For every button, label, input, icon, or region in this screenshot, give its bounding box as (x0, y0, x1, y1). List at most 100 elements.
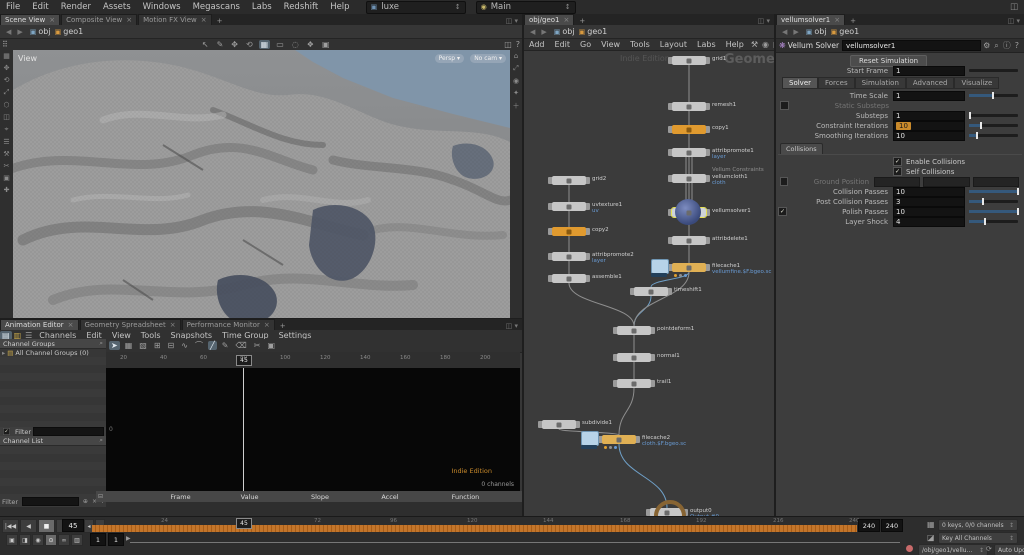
pointer-icon[interactable]: ➤ (109, 341, 120, 350)
node-name-field[interactable]: vellumsolver1 (842, 40, 982, 51)
current-frame-field[interactable]: 45 (62, 519, 84, 532)
param-field-substeps[interactable]: 1 (893, 110, 965, 121)
shelf-icon[interactable]: ☰ (3, 136, 9, 148)
ground-position-field-1[interactable] (923, 176, 970, 187)
slider-handle[interactable] (968, 112, 971, 119)
close-icon[interactable]: × (49, 16, 55, 24)
param-tab[interactable]: vellumsolver1 × (776, 14, 846, 25)
collisions-section-tab[interactable]: Collisions (780, 143, 823, 154)
param-tab-solver[interactable]: Solver (782, 77, 818, 89)
grid-toggle-icon[interactable]: ▣ (320, 40, 332, 49)
new-tab-icon[interactable]: + (846, 17, 860, 25)
realtime-icon[interactable]: ⊙ (45, 534, 57, 546)
pane-options-icon[interactable]: ◫ ▾ (758, 17, 774, 25)
graph-ruler[interactable]: 45 20 40 60 80 100 120 140 160 180 200 (106, 352, 520, 369)
node-filecache1[interactable]: filecache1 vellumfine.$F.bgeo.sc (651, 259, 771, 277)
viewport-3d[interactable]: View Persp ▾ No cam ▾ Indie Edition (13, 50, 510, 333)
node-attribdelete1[interactable]: attribdelete1 (672, 236, 748, 245)
key-all-channels-dropdown[interactable]: Key All Channels ↕ (938, 532, 1018, 544)
range-start-field[interactable]: 1 (90, 533, 106, 546)
range-slider-handle[interactable]: ▶ (126, 535, 131, 542)
filter-checkbox[interactable]: ✓ (2, 427, 11, 436)
param-tab-forces[interactable]: Forces (818, 77, 855, 89)
timeline-range-bar[interactable] (92, 525, 857, 532)
node-pointdeform1[interactable]: pointdeform1 (617, 326, 694, 335)
net-menu-go[interactable]: Go (575, 40, 596, 49)
lasso-icon[interactable]: ✎ (215, 40, 226, 49)
node-remesh1[interactable]: remesh1 (672, 102, 736, 111)
back-icon[interactable]: ◀ (527, 28, 538, 36)
menu-help[interactable]: Help (324, 2, 355, 12)
net-menu-tools[interactable]: Tools (625, 40, 655, 49)
graph-canvas[interactable]: 0 Indie Edition 0 channels (106, 368, 520, 491)
autokey-icon[interactable]: ◨ (19, 534, 31, 546)
node-assemble1[interactable]: assemble1 (552, 274, 622, 283)
range-end-field[interactable]: 240 (858, 519, 880, 532)
close-icon[interactable]: × (201, 16, 207, 24)
param-field-collision-passes[interactable]: 10 (893, 186, 965, 197)
param-slider[interactable] (969, 122, 1018, 129)
help-icon[interactable]: ? (514, 40, 522, 49)
node-copy2[interactable]: copy2 (552, 227, 609, 236)
path-item-geo1[interactable]: ▣ geo1 (831, 27, 860, 36)
node-filecache2[interactable]: filecache2 cloth.$F.bgeo.sc (581, 431, 686, 449)
checkbox-enable-collisions[interactable]: ✓ (893, 157, 902, 166)
add-icon[interactable]: ✚ (4, 184, 10, 196)
start-frame-slider[interactable] (969, 69, 1018, 72)
path-item-obj[interactable]: ▣ obj (30, 27, 51, 36)
range-slider[interactable] (130, 542, 900, 543)
polish-checkbox[interactable]: ✓ (778, 207, 787, 216)
pane-divider[interactable] (522, 14, 524, 516)
param-field-smoothing-iterations[interactable]: 10 (893, 130, 965, 141)
handles-icon[interactable]: ▦ (258, 40, 271, 49)
param-field-post-collision-passes[interactable]: 3 (893, 196, 965, 207)
snap-toggle-icon[interactable]: ▭ (274, 40, 286, 49)
menu-megascans[interactable]: Megascans (187, 2, 246, 12)
scissors-icon[interactable]: ✂ (252, 341, 263, 350)
search-icon[interactable]: ⌕ (992, 41, 1000, 51)
new-tab-icon[interactable]: + (213, 17, 227, 25)
layout-icon[interactable]: ◫ (502, 40, 514, 49)
sculpt-icon[interactable]: ⚒ (3, 148, 9, 160)
anim-options-icon[interactable]: ▣ (6, 534, 18, 546)
menu-redshift[interactable]: Redshift (278, 2, 325, 12)
frame-view-icon[interactable]: ⤢ (513, 62, 519, 75)
pane-options-icon[interactable]: ◫ ▾ (506, 17, 522, 25)
frame-step-field[interactable]: 1 (108, 533, 124, 546)
param-field-polish-passes[interactable]: 10 (893, 206, 965, 217)
region-icon[interactable]: ▧ (137, 341, 149, 350)
menu-labs[interactable]: Labs (246, 2, 278, 12)
node-vellumcloth1[interactable]: Vellum Constraints vellumcloth1 cloth (672, 167, 764, 186)
param-slider[interactable] (969, 132, 1018, 139)
step-back-icon[interactable]: ◀ (20, 519, 37, 533)
param-field-time-scale[interactable]: 1 (893, 90, 965, 101)
channel-list[interactable] (0, 446, 106, 496)
anim-tab[interactable]: Animation Editor × (0, 319, 79, 330)
param-slider[interactable] (969, 188, 1019, 195)
slope-icon[interactable]: ╱ (207, 341, 217, 350)
node-attribpromote2[interactable]: attribpromote2 layer (552, 252, 634, 264)
home-view-icon[interactable]: ⌂ (514, 50, 518, 62)
smooth-icon[interactable]: ⌒ (193, 340, 205, 351)
snap-key-icon[interactable]: ▣ (265, 341, 277, 350)
display-icon[interactable]: ▣ (3, 172, 10, 184)
menu-file[interactable]: File (0, 2, 26, 12)
param-slider[interactable] (969, 218, 1018, 225)
node-vellumsolver1[interactable]: vellumsolver1 (671, 199, 751, 225)
back-icon[interactable]: ◀ (779, 28, 790, 36)
node-attribpromote1[interactable]: attribpromote1 layer (672, 148, 754, 160)
keys-info-dropdown[interactable]: 0 keys, 0/0 channels ↕ (938, 519, 1018, 531)
close-icon[interactable]: × (264, 321, 270, 329)
start-frame-field[interactable]: 1 (893, 65, 965, 76)
forward-icon[interactable]: ▶ (538, 28, 549, 36)
shelf-set-dropdown[interactable]: ▣ luxe ↕ (365, 0, 466, 14)
forward-icon[interactable]: ▶ (790, 28, 801, 36)
update-mode-dropdown[interactable]: Auto Update↕ (994, 544, 1024, 555)
scene-tab[interactable]: Composite View × (61, 14, 138, 25)
node-output0[interactable]: output0Output #0 (650, 500, 719, 516)
node-subdivide1[interactable]: subdivide1 (542, 420, 612, 429)
param-slider[interactable] (968, 112, 1018, 119)
path-item-geo1[interactable]: ▣ geo1 (579, 27, 608, 36)
timeline-ruler[interactable]: 24487296120144168192216240 (92, 518, 860, 525)
add-key-icon[interactable]: ⊞ (152, 341, 163, 350)
